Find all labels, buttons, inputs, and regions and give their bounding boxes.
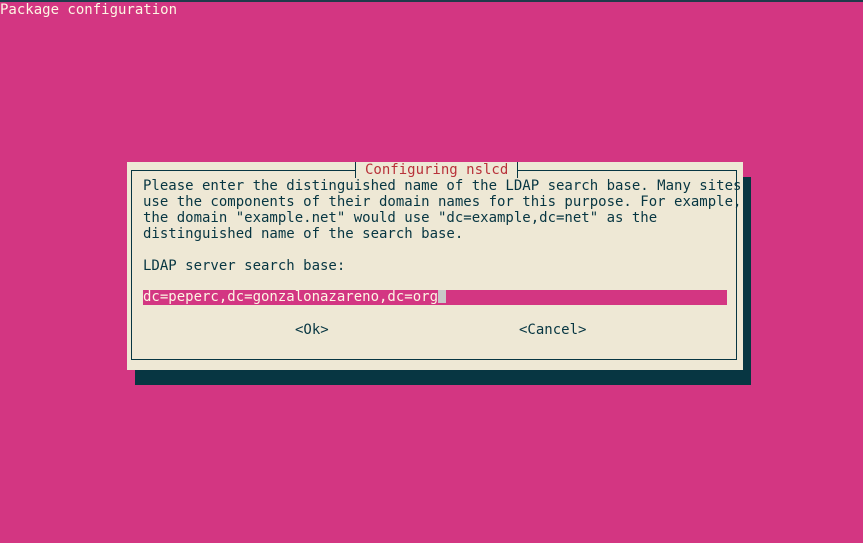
config-dialog: Configuring nslcd Please enter the disti…	[127, 162, 743, 370]
search-base-value: dc=peperc,dc=gonzalonazareno,dc=org	[143, 290, 439, 305]
dialog-title: Configuring nslcd	[355, 162, 519, 178]
search-base-input[interactable]: dc=peperc,dc=gonzalonazareno,dc=org	[143, 290, 727, 305]
dialog-description: Please enter the distinguished name of t…	[143, 178, 741, 242]
text-cursor	[438, 290, 447, 303]
description-line: use the components of their domain names…	[143, 194, 742, 210]
screen-title: Package configuration	[0, 2, 178, 18]
description-line: the domain "example.net" would use "dc=e…	[143, 210, 658, 226]
cancel-button[interactable]: <Cancel>	[519, 322, 586, 338]
description-line: distinguished name of the search base.	[143, 226, 464, 242]
description-line: Please enter the distinguished name of t…	[143, 178, 742, 194]
search-base-label: LDAP server search base:	[143, 258, 346, 274]
ok-button[interactable]: <Ok>	[295, 322, 329, 338]
